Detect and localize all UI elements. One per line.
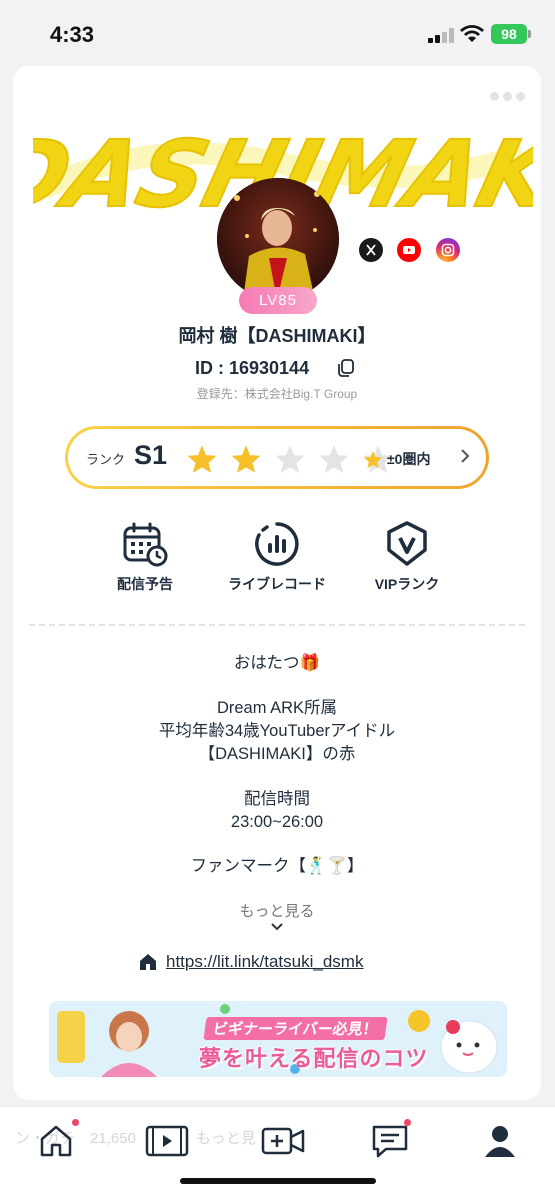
- vip-badge-icon: [387, 521, 427, 566]
- user-id: ID : 16930144: [195, 358, 310, 378]
- promo-subtitle: 夢を叶える配信のコツ: [199, 1046, 429, 1071]
- rank-panel[interactable]: ランク S1 ±0圏内: [65, 426, 489, 489]
- bio-line-1: Dream ARK所属: [216, 699, 338, 717]
- star-filled-icon: [231, 445, 261, 473]
- chevron-right-icon: [461, 449, 470, 463]
- film-icon: [145, 1125, 189, 1157]
- live-record-label: ライブレコード: [228, 576, 326, 592]
- status-bar: 4:33 98: [0, 0, 555, 66]
- schedule-label: 配信予告: [117, 576, 173, 592]
- bio-line-3: 【DASHIMAKI】の赤: [198, 745, 356, 763]
- star-icon: [363, 450, 383, 468]
- rank-range: ±0圏内: [363, 449, 430, 469]
- profile-card: DASHIMAKI LV85 岡村 樹【DASHIMAKI】 ID : 1693…: [13, 66, 541, 1100]
- copy-icon[interactable]: [336, 358, 356, 378]
- live-record-button[interactable]: ライブレコード: [217, 520, 337, 594]
- home-icon: [40, 1125, 72, 1157]
- promo-title: ビギナーライバー必見！: [203, 1017, 388, 1040]
- schedule-title: 配信時間: [244, 790, 310, 808]
- level-badge: LV85: [239, 287, 317, 314]
- home-icon: [140, 954, 156, 970]
- battery-indicator: 98: [491, 24, 531, 44]
- bio-greeting: おはたつ🎁: [233, 654, 321, 672]
- nav-home[interactable]: [36, 1119, 79, 1161]
- bottom-nav: ン・ガチ 21,650 もっと見: [0, 1106, 555, 1200]
- fan-mark: ファンマーク【🕺🍸】: [190, 857, 364, 875]
- signal-icon: [428, 27, 454, 43]
- wifi-icon: [460, 25, 484, 42]
- schedule-button[interactable]: 配信予告: [85, 520, 205, 594]
- rank-label: ランク: [86, 452, 126, 467]
- bio-line-2: 平均年齢34歳YouTuberアイドル: [158, 722, 396, 740]
- status-time: 4:33: [50, 22, 95, 47]
- video-camera-icon: [261, 1127, 305, 1155]
- instagram-icon[interactable]: [436, 238, 460, 262]
- user-name: 岡村 樹【DASHIMAKI】: [178, 326, 376, 346]
- notification-dot: [404, 1119, 411, 1126]
- schedule-time: 23:00~26:00: [230, 813, 324, 831]
- agency-text: 登録先：株式会社Big.T Group: [196, 387, 358, 401]
- rank-value: S1: [134, 440, 168, 470]
- promo-banner[interactable]: ビギナーライバー必見！ 夢を叶える配信のコツ: [49, 1001, 507, 1077]
- rank-range-text: ±0圏内: [387, 451, 431, 467]
- show-more-link[interactable]: もっと見る: [13, 900, 541, 921]
- youtube-icon[interactable]: [397, 238, 421, 262]
- vip-rank-button[interactable]: VIPランク: [347, 520, 467, 594]
- bar-chart-icon: [255, 522, 299, 566]
- nav-messages[interactable]: [370, 1119, 411, 1161]
- nav-profile[interactable]: [480, 1121, 520, 1161]
- link-url: https://lit.link/tatsuki_dsmk: [166, 952, 364, 971]
- chat-icon: [372, 1125, 408, 1158]
- vip-rank-label: VIPランク: [374, 576, 440, 592]
- person-icon: [485, 1126, 515, 1157]
- home-indicator: [180, 1178, 376, 1184]
- calendar-clock-icon: [123, 522, 168, 567]
- star-empty-icon: [319, 445, 349, 473]
- divider: [29, 624, 525, 626]
- nav-go-live[interactable]: [261, 1121, 305, 1161]
- external-link[interactable]: https://lit.link/tatsuki_dsmk: [138, 952, 363, 972]
- star-empty-icon: [275, 445, 305, 473]
- avatar[interactable]: [217, 178, 339, 300]
- chevron-down-icon[interactable]: [270, 922, 284, 932]
- x-icon[interactable]: [359, 238, 383, 262]
- notification-dot: [72, 1119, 79, 1126]
- star-filled-icon: [187, 445, 217, 473]
- nav-videos[interactable]: [145, 1121, 189, 1161]
